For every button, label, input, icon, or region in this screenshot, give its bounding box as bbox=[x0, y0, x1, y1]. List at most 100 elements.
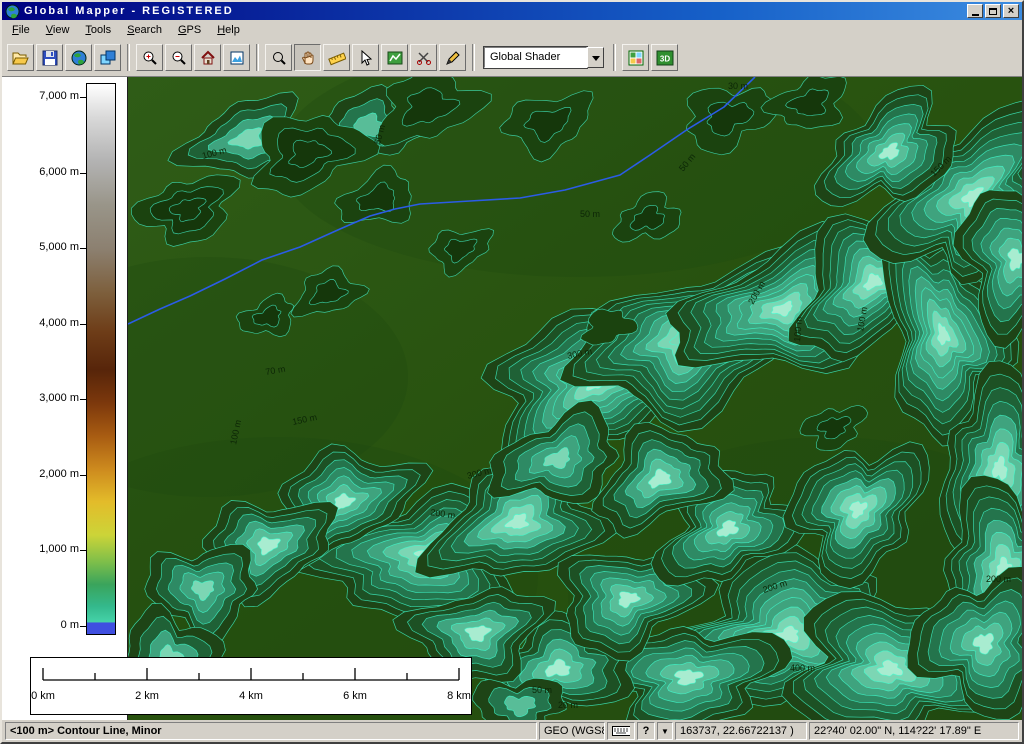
minimize-button[interactable] bbox=[967, 4, 983, 18]
contour-label: 20 m bbox=[558, 700, 578, 710]
menu-gps[interactable]: GPS bbox=[170, 22, 209, 38]
contour-label: 400 m bbox=[790, 663, 815, 673]
toolbar-separator bbox=[127, 44, 130, 71]
title-bar[interactable]: Global Mapper - REGISTERED × bbox=[2, 2, 1022, 20]
legend-tick bbox=[80, 173, 86, 174]
zoom-out-button[interactable] bbox=[165, 44, 192, 71]
legend-label: 4,000 m bbox=[39, 317, 79, 329]
menu-view[interactable]: View bbox=[38, 22, 78, 38]
menu-tools[interactable]: Tools bbox=[77, 22, 119, 38]
map-extent-icon bbox=[229, 50, 245, 66]
close-button[interactable]: × bbox=[1003, 4, 1019, 18]
open-button[interactable] bbox=[7, 44, 34, 71]
close-icon: × bbox=[1008, 6, 1014, 16]
globe-icon bbox=[71, 50, 87, 66]
menu-file[interactable]: File bbox=[4, 22, 38, 38]
scale-label: 2 km bbox=[135, 690, 159, 702]
scale-label: 0 km bbox=[31, 690, 55, 702]
magnifier-icon bbox=[271, 50, 287, 66]
path-profile-tool-button[interactable] bbox=[381, 44, 408, 71]
legend-label: 7,000 m bbox=[39, 90, 79, 102]
contour-label: 50 m bbox=[532, 685, 552, 695]
overlay-control-button[interactable] bbox=[622, 44, 649, 71]
shader-dropdown-value: Global Shader bbox=[484, 47, 587, 68]
zoom-full-button[interactable] bbox=[194, 44, 221, 71]
scale-label: 4 km bbox=[239, 690, 263, 702]
window-title: Global Mapper - REGISTERED bbox=[24, 5, 965, 17]
legend-tick bbox=[80, 97, 86, 98]
pan-tool-button[interactable] bbox=[294, 44, 321, 71]
online-imagery-button[interactable] bbox=[65, 44, 92, 71]
3d-view-button[interactable]: 3D bbox=[651, 44, 678, 71]
map-view: 30 m50 m100 m50 m50 m70 m150 m100 m300 m… bbox=[2, 77, 1022, 720]
window-controls: × bbox=[965, 4, 1019, 18]
chevron-down-icon[interactable] bbox=[587, 47, 604, 68]
save-button[interactable] bbox=[36, 44, 63, 71]
ruler-icon bbox=[328, 50, 346, 66]
full-extent-button[interactable] bbox=[223, 44, 250, 71]
legend-label: 6,000 m bbox=[39, 166, 79, 178]
app-window: Global Mapper - REGISTERED × FileViewToo… bbox=[0, 0, 1024, 744]
status-bar: <100 m> Contour Line, Minor GEO (WGS8 ? … bbox=[2, 720, 1022, 742]
save-floppy-icon bbox=[42, 50, 58, 66]
legend-tick bbox=[80, 399, 86, 400]
3d-icon: 3D bbox=[656, 50, 674, 66]
legend-label: 3,000 m bbox=[39, 392, 79, 404]
status-projected-coordinates: 163737, 22.66722137 ) bbox=[675, 722, 807, 740]
legend-label: 1,000 m bbox=[39, 543, 79, 555]
status-feature-text: <100 m> Contour Line, Minor bbox=[5, 722, 537, 740]
contour-label: 50 m bbox=[580, 209, 600, 219]
zoom-in-icon bbox=[142, 50, 158, 66]
measure-tool-button[interactable] bbox=[323, 44, 350, 71]
layers-icon bbox=[100, 50, 116, 66]
scale-label: 6 km bbox=[343, 690, 367, 702]
app-icon bbox=[5, 4, 20, 19]
digitizer-tool-button[interactable] bbox=[439, 44, 466, 71]
home-icon bbox=[200, 50, 216, 66]
legend-tick bbox=[80, 626, 86, 627]
hand-icon bbox=[300, 50, 316, 66]
map-canvas[interactable]: 30 m50 m100 m50 m50 m70 m150 m100 m300 m… bbox=[128, 77, 1022, 720]
legend-label: 0 m bbox=[61, 619, 79, 631]
keyboard-icon bbox=[612, 725, 630, 737]
zoom-out-icon bbox=[171, 50, 187, 66]
keyboard-shortcuts-button[interactable] bbox=[607, 722, 635, 740]
toolbar: Global Shader 3D bbox=[2, 39, 1022, 77]
menu-help[interactable]: Help bbox=[209, 22, 248, 38]
restore-icon bbox=[989, 8, 997, 15]
export-button[interactable] bbox=[94, 44, 121, 71]
restore-button[interactable] bbox=[985, 4, 1001, 18]
contour-label: 200 m bbox=[986, 574, 1011, 584]
toolbar-separator bbox=[613, 44, 616, 71]
coordinate-format-arrow[interactable]: ▼ bbox=[657, 722, 673, 740]
scissors-icon bbox=[416, 50, 432, 66]
overlay-grid-icon bbox=[628, 50, 644, 66]
pen-icon bbox=[445, 50, 461, 66]
crop-tool-button[interactable] bbox=[410, 44, 437, 71]
cursor-arrow-icon bbox=[358, 50, 374, 66]
elevation-legend: 7,000 m 6,000 m 5,000 m 4,000 m 3,000 m 2,000… bbox=[2, 77, 128, 720]
scale-label: 8 km bbox=[447, 690, 471, 702]
legend-tick bbox=[80, 324, 86, 325]
down-triangle-icon: ▼ bbox=[661, 727, 669, 736]
legend-label: 5,000 m bbox=[39, 241, 79, 253]
shader-dropdown[interactable]: Global Shader bbox=[484, 47, 604, 68]
profile-line-icon bbox=[387, 50, 403, 66]
minimize-icon bbox=[972, 14, 979, 16]
zoom-in-button[interactable] bbox=[136, 44, 163, 71]
zoom-tool-button[interactable] bbox=[265, 44, 292, 71]
menu-search[interactable]: Search bbox=[119, 22, 170, 38]
toolbar-separator bbox=[256, 44, 259, 71]
select-tool-button[interactable] bbox=[352, 44, 379, 71]
scale-bar-ticks bbox=[31, 662, 471, 688]
status-geographic-coordinates: 22?40' 02.00" N, 114?22' 17.89" E bbox=[809, 722, 1019, 740]
elevation-gradient-bar bbox=[86, 83, 116, 635]
legend-label: 2,000 m bbox=[39, 468, 79, 480]
contour-label: 30 m bbox=[728, 81, 748, 91]
legend-tick bbox=[80, 550, 86, 551]
legend-tick bbox=[80, 248, 86, 249]
toolbar-separator bbox=[472, 44, 475, 71]
help-button[interactable]: ? bbox=[637, 722, 655, 740]
open-folder-icon bbox=[12, 50, 30, 66]
scale-bar: 0 km 2 km 4 km 6 km 8 km bbox=[30, 657, 472, 715]
